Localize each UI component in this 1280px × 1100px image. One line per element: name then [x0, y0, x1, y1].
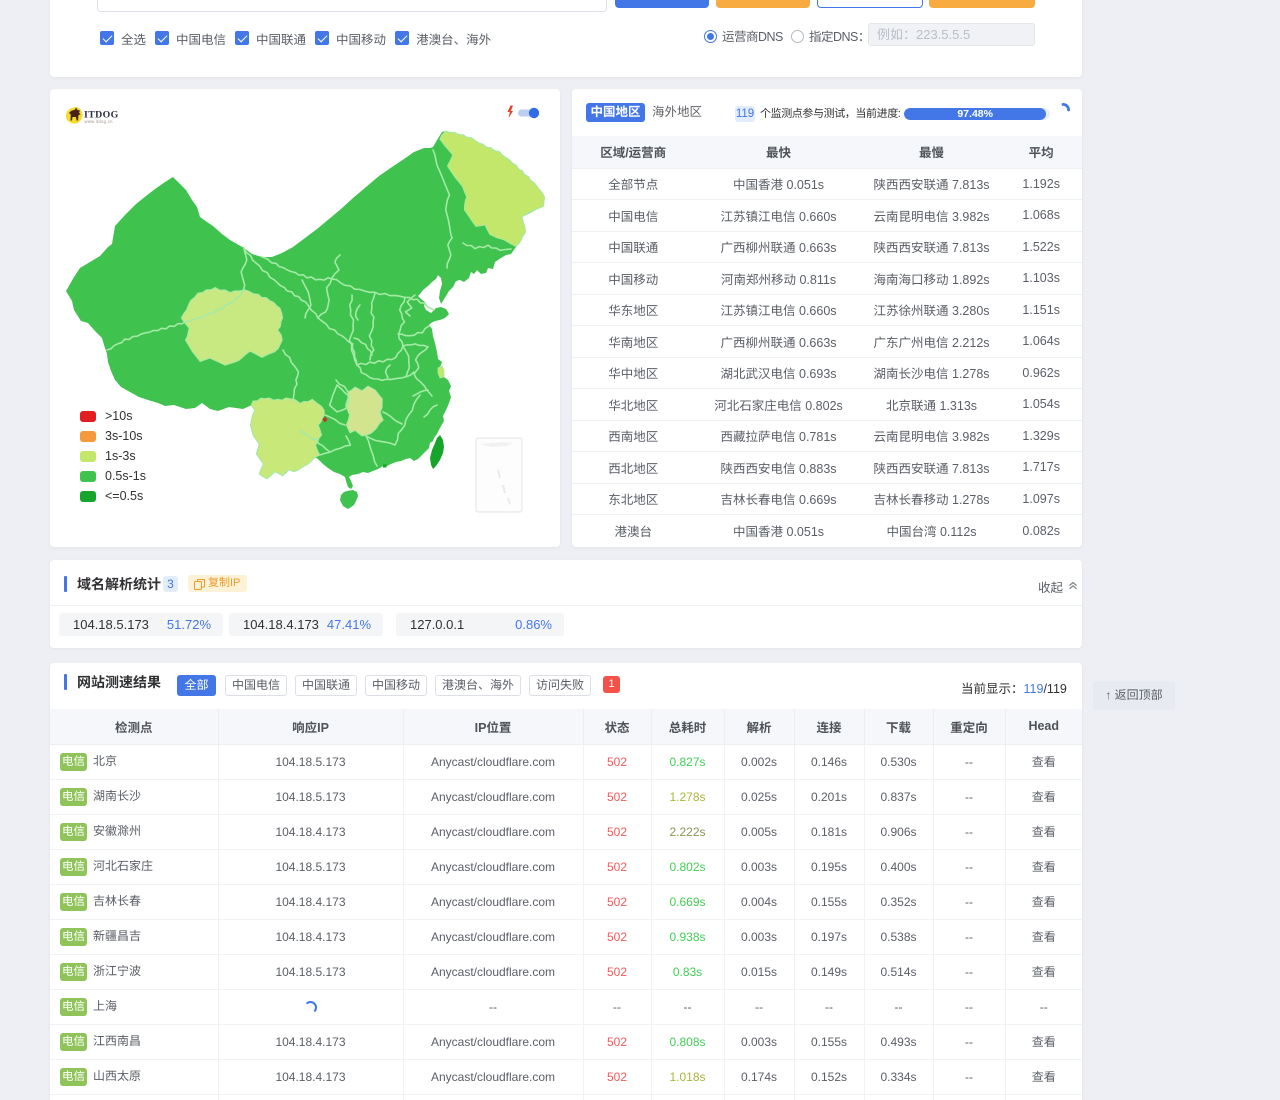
- svg-text:www.itdog.cn: www.itdog.cn: [85, 119, 114, 124]
